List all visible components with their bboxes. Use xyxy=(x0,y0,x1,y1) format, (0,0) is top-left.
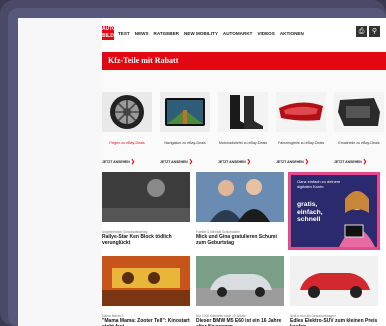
article-title[interactable]: Edles Elektro-SUV zum kleinen Preis kauf… xyxy=(290,318,378,326)
top-navigation: AUTO BILD TEST NEWS RATGEBER NEW MOBILIT… xyxy=(102,24,386,42)
article-card[interactable]: Nur 1000 Kilometer nach 10 Jahren Dieser… xyxy=(196,256,284,326)
product-cta[interactable]: JETZT ANSEHEN ❯ xyxy=(102,159,152,165)
product-name: Ersatzteile zu eBay-Deals xyxy=(338,141,380,145)
chevron-right-icon: ❯ xyxy=(130,159,135,165)
navigation-device-image xyxy=(160,92,210,132)
chevron-right-icon: ❯ xyxy=(188,159,193,165)
promo-panel: Ganz einfach zu deinem digitalen Konto g… xyxy=(291,175,377,247)
product-name: Fahrzeugteile zu eBay-Deals xyxy=(277,141,325,145)
ad-block: Kfz-Teile mit Rabatt Felgen zu eBay-Deal… xyxy=(102,52,386,178)
product-cta[interactable]: JETZT ANSEHEN ❯ xyxy=(160,159,210,165)
article-image xyxy=(196,256,284,306)
article-card[interactable]: Audi e-tron als Gebrauchtwagen Edles Ele… xyxy=(290,256,378,326)
article-grid: Ungebremster Schicksalsschlag Rallye-Sta… xyxy=(102,172,386,326)
product-cta-label: JETZT ANSEHEN xyxy=(218,160,246,164)
article-image xyxy=(290,256,378,306)
article-title[interactable]: "Mama Mama: Zooter Tell": Kinostart steh… xyxy=(102,318,190,326)
product-cta[interactable]: JETZT ANSEHEN ❯ xyxy=(218,159,268,165)
article-image xyxy=(102,172,190,222)
article-title[interactable]: Dieser BMW M5 E60 ist ein 16 Jahre alter… xyxy=(196,318,284,326)
article-title[interactable]: Mick und Gina gratulieren Schumi zum Geb… xyxy=(196,234,284,246)
product-cta[interactable]: JETZT ANSEHEN ❯ xyxy=(276,159,326,165)
search-icon[interactable]: ⚲ xyxy=(369,26,380,37)
ad-banner[interactable]: Kfz-Teile mit Rabatt xyxy=(102,52,386,70)
motorcycle-boots-image xyxy=(218,92,268,132)
nav-item-news[interactable]: NEWS xyxy=(135,31,149,36)
site-logo[interactable]: AUTO BILD xyxy=(102,26,116,40)
tail-light-image xyxy=(276,92,326,132)
nav-item-new-mobility[interactable]: NEW MOBILITY xyxy=(184,31,218,36)
product-cta-label: JETZT ANSEHEN xyxy=(334,160,362,164)
promo-ad[interactable]: Ganz einfach zu deinem digitalen Konto g… xyxy=(288,172,380,250)
spare-part-image xyxy=(334,92,384,132)
product-list: Felgen zu eBay-Deals JETZT ANSEHEN ❯ Nav… xyxy=(102,92,386,178)
product-card[interactable]: Navigation zu eBay-Deals JETZT ANSEHEN ❯ xyxy=(160,92,210,178)
promo-person-image xyxy=(339,191,375,247)
web-page: AUTO BILD TEST NEWS RATGEBER NEW MOBILIT… xyxy=(102,18,386,326)
chevron-right-icon: ❯ xyxy=(246,159,251,165)
article-title[interactable]: Rallye-Star Ken Block tödlich verunglück… xyxy=(102,234,190,246)
nav-item-aktionen[interactable]: AKTIONEN xyxy=(280,31,304,36)
nav-item-ratgeber[interactable]: RATGEBER xyxy=(154,31,179,36)
article-image xyxy=(102,256,190,306)
article-card[interactable]: Ungebremster Schicksalsschlag Rallye-Sta… xyxy=(102,172,190,246)
product-card[interactable]: Ersatzteile zu eBay-Deals JETZT ANSEHEN … xyxy=(334,92,384,178)
browser-screen: AUTO BILD TEST NEWS RATGEBER NEW MOBILIT… xyxy=(18,18,386,326)
product-cta-label: JETZT ANSEHEN xyxy=(102,160,130,164)
chevron-right-icon: ❯ xyxy=(304,159,309,165)
article-image xyxy=(196,172,284,222)
product-cta-label: JETZT ANSEHEN xyxy=(276,160,304,164)
chevron-right-icon: ❯ xyxy=(362,159,367,165)
nav-item-videos[interactable]: VIDEOS xyxy=(257,31,274,36)
rim-image xyxy=(102,92,152,132)
product-name: Motorradstiefel zu eBay-Deals xyxy=(218,141,268,145)
product-name: Navigation zu eBay-Deals xyxy=(164,141,206,145)
article-card[interactable]: Mama Mama 2 "Mama Mama: Zooter Tell": Ki… xyxy=(102,256,190,326)
product-card[interactable]: Fahrzeugteile zu eBay-Deals JETZT ANSEHE… xyxy=(276,92,326,178)
nav-item-test[interactable]: TEST xyxy=(118,31,130,36)
article-card[interactable]: Familie & Michael Schumacher Mick und Gi… xyxy=(196,172,284,246)
product-cta[interactable]: JETZT ANSEHEN ❯ xyxy=(334,159,384,165)
product-card[interactable]: Motorradstiefel zu eBay-Deals JETZT ANSE… xyxy=(218,92,268,178)
product-name: Felgen zu eBay-Deals xyxy=(109,141,145,145)
promo-headline: gratis, einfach, schnell xyxy=(297,201,323,224)
product-card[interactable]: Felgen zu eBay-Deals JETZT ANSEHEN ❯ xyxy=(102,92,152,178)
nav-item-automarkt[interactable]: AUTOMARKT xyxy=(223,31,253,36)
product-cta-label: JETZT ANSEHEN xyxy=(160,160,188,164)
print-icon[interactable]: ⎙ xyxy=(356,26,367,37)
